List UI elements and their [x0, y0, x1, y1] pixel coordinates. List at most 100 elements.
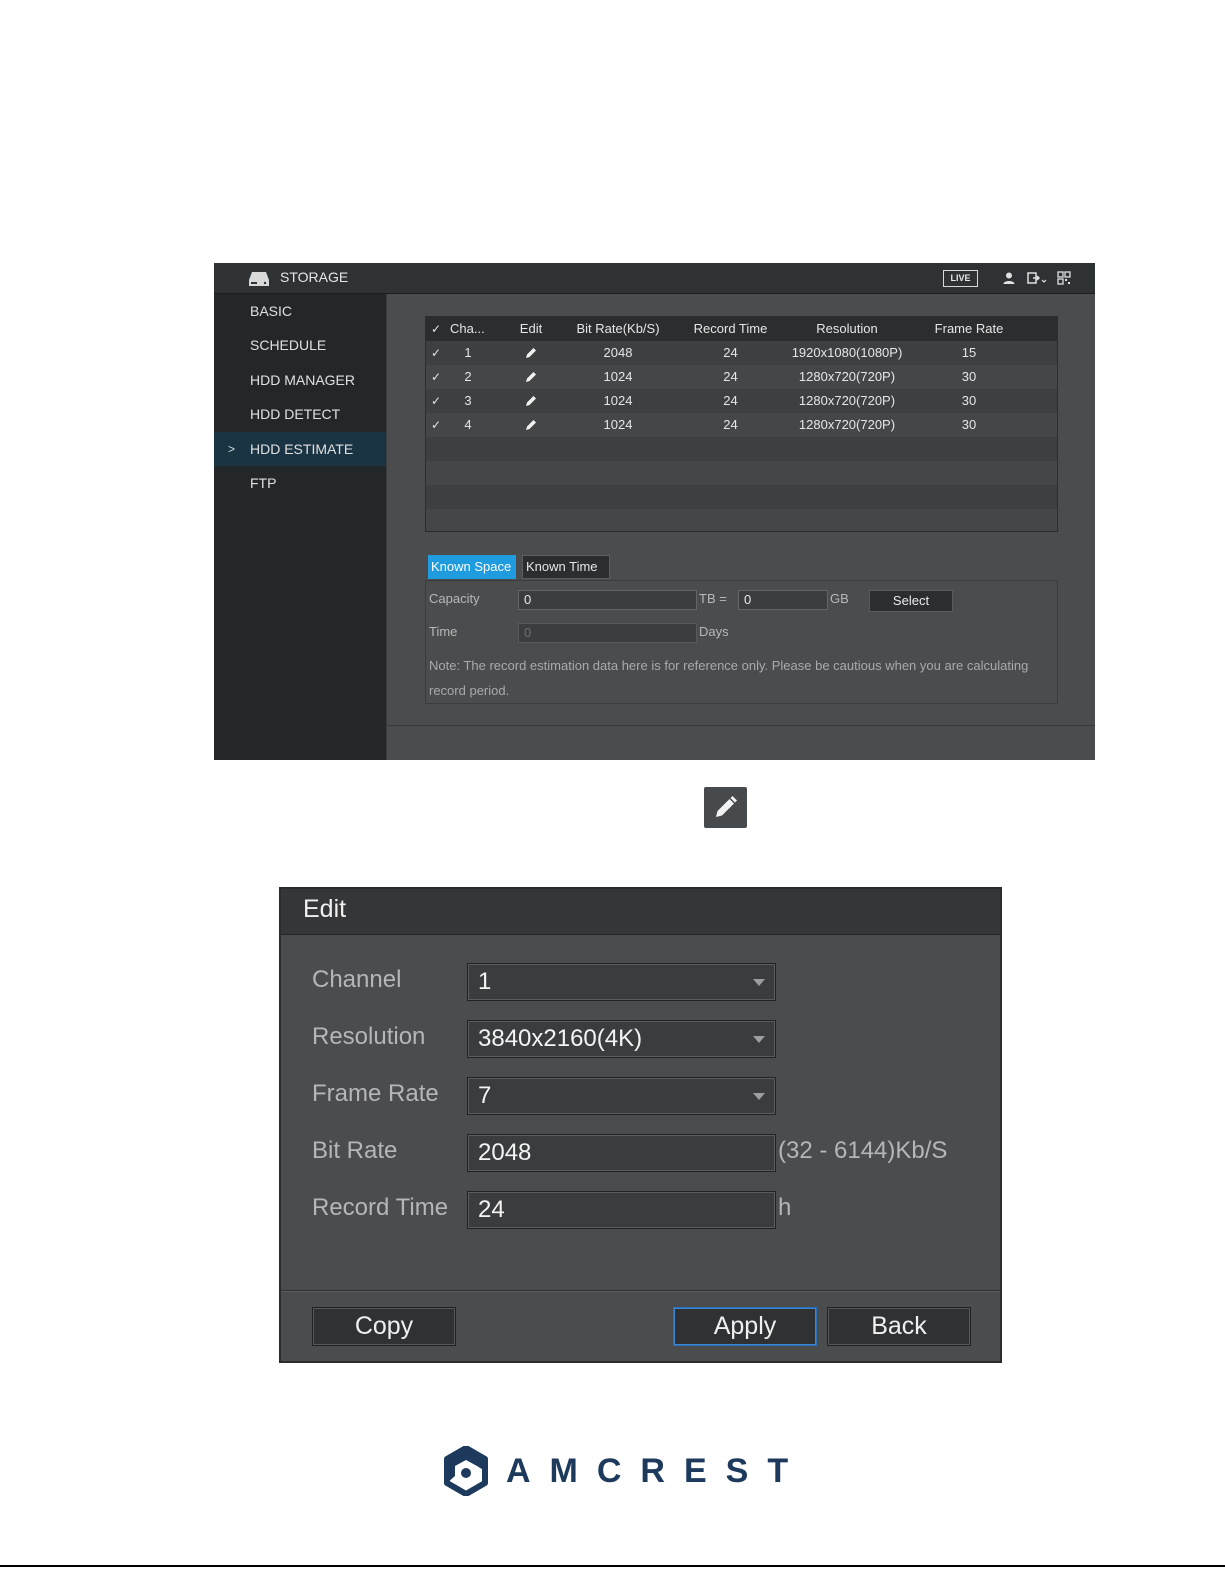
chevron-right-icon: >: [228, 442, 236, 456]
sidebar-item-label: HDD ESTIMATE: [250, 441, 354, 457]
divider: [387, 725, 1095, 726]
record-time-cell: 24: [723, 417, 738, 432]
column-header-channel[interactable]: Cha...: [450, 317, 494, 341]
channel-label: Channel: [312, 966, 402, 993]
qr-icon[interactable]: [1057, 271, 1071, 285]
row-checkbox[interactable]: ✓: [428, 413, 444, 437]
resolution-cell: 1280x720(720P): [798, 369, 896, 384]
record-time-cell: 24: [723, 369, 738, 384]
storage-header: STORAGE LIVE: [214, 263, 1095, 294]
channel-cell: 2: [464, 369, 472, 384]
edit-button[interactable]: [514, 413, 548, 437]
amcrest-logo-icon: [444, 1446, 488, 1496]
table-row[interactable]: ✓ 4 1024 24 1280x720(720P) 30: [426, 413, 1057, 437]
main-panel: ✓ Cha... Edit Bit Rate(Kb/S) Record Time…: [386, 294, 1095, 760]
bit-rate-range: (32 - 6144)Kb/S: [778, 1137, 948, 1164]
chevron-down-icon: [753, 979, 765, 986]
bit-rate-label: Bit Rate: [312, 1137, 398, 1164]
channel-select[interactable]: 1: [467, 963, 776, 1001]
logout-icon[interactable]: [1027, 271, 1047, 285]
sidebar-item-basic[interactable]: BASIC: [214, 294, 386, 328]
table-row[interactable]: ✓ 1 2048 24 1920x1080(1080P) 15: [426, 341, 1057, 365]
gb-unit-label: GB: [830, 591, 849, 606]
divider: [281, 1291, 1000, 1292]
column-header-record-time: Record Time: [693, 321, 768, 336]
sidebar-item-schedule[interactable]: SCHEDULE: [214, 328, 386, 362]
table-row-empty: [426, 509, 1057, 531]
user-icon[interactable]: [1002, 271, 1016, 285]
edit-button[interactable]: [514, 365, 548, 389]
chevron-down-icon: [753, 1036, 765, 1043]
sidebar-item-label: HDD DETECT: [250, 406, 341, 422]
frame-rate-cell: 30: [961, 369, 977, 384]
chevron-down-icon: [753, 1093, 765, 1100]
channel-cell: 1: [464, 345, 472, 360]
time-input: 0: [518, 623, 697, 643]
pencil-icon: [526, 396, 536, 406]
table-row-empty: [426, 461, 1057, 485]
bitrate-cell: 2048: [603, 345, 633, 360]
capacity-tb-input[interactable]: 0: [518, 590, 697, 610]
tab-known-space[interactable]: Known Space: [428, 555, 516, 579]
select-button[interactable]: Select: [869, 590, 953, 612]
capacity-gb-input[interactable]: 0: [738, 590, 828, 610]
frame-rate-cell: 30: [961, 417, 977, 432]
row-checkbox[interactable]: ✓: [428, 341, 444, 365]
live-button[interactable]: LIVE: [943, 270, 978, 287]
edit-button[interactable]: [514, 389, 548, 413]
resolution-cell: 1920x1080(1080P): [791, 345, 903, 360]
record-time-unit: h: [778, 1194, 792, 1221]
column-header-frame-rate: Frame Rate: [934, 321, 1004, 336]
tb-unit-label: TB =: [699, 591, 727, 606]
resolution-cell: 1280x720(720P): [798, 417, 896, 432]
row-checkbox[interactable]: ✓: [428, 389, 444, 413]
sidebar-item-hdd-detect[interactable]: HDD DETECT: [214, 397, 386, 431]
channel-cell: 3: [464, 393, 472, 408]
capacity-label: Capacity: [429, 591, 480, 606]
table-row[interactable]: ✓ 3 1024 24 1280x720(720P) 30: [426, 389, 1057, 413]
copy-button[interactable]: Copy: [312, 1307, 456, 1346]
table-row-empty: [426, 437, 1057, 461]
select-all-checkbox[interactable]: ✓: [428, 317, 444, 341]
estimate-panel: Capacity 0 TB = 0 GB Select Time 0 Days …: [425, 580, 1058, 704]
pencil-icon: [716, 796, 737, 817]
dialog-header: Edit: [281, 889, 1000, 935]
channel-cell: 4: [464, 417, 472, 432]
record-time-label: Record Time: [312, 1194, 449, 1221]
edit-icon-tile: [704, 787, 747, 828]
tab-known-time[interactable]: Known Time: [522, 555, 610, 579]
sidebar-item-label: HDD MANAGER: [250, 372, 356, 388]
frame-rate-cell: 30: [961, 393, 977, 408]
resolution-select[interactable]: 3840x2160(4K): [467, 1020, 776, 1058]
table-header: ✓ Cha... Edit Bit Rate(Kb/S) Record Time…: [426, 317, 1057, 341]
resolution-cell: 1280x720(720P): [798, 393, 896, 408]
frame-rate-value: 7: [478, 1082, 492, 1109]
back-button[interactable]: Back: [827, 1307, 971, 1346]
sidebar-item-hdd-estimate[interactable]: > HDD ESTIMATE: [214, 432, 386, 466]
page-bottom-rule: [0, 1565, 1225, 1567]
frame-rate-label: Frame Rate: [312, 1080, 439, 1107]
apply-button[interactable]: Apply: [673, 1307, 817, 1346]
sidebar-item-hdd-manager[interactable]: HDD MANAGER: [214, 363, 386, 397]
dialog-title: Edit: [303, 895, 347, 923]
brand-wordmark: AMCREST: [506, 1452, 808, 1490]
edit-button[interactable]: [514, 341, 548, 365]
table-row[interactable]: ✓ 2 1024 24 1280x720(720P) 30: [426, 365, 1057, 389]
record-time-cell: 24: [723, 345, 738, 360]
record-time-input[interactable]: 24: [467, 1191, 776, 1229]
time-label: Time: [429, 624, 458, 639]
pencil-icon: [526, 372, 536, 382]
sidebar-item-ftp[interactable]: FTP: [214, 466, 386, 500]
sidebar-item-label: SCHEDULE: [250, 337, 327, 353]
bitrate-cell: 1024: [603, 393, 633, 408]
pencil-icon: [526, 348, 536, 358]
row-checkbox[interactable]: ✓: [428, 365, 444, 389]
column-header-edit: Edit: [519, 321, 543, 336]
pencil-icon: [526, 420, 536, 430]
page-title: STORAGE: [280, 269, 349, 285]
resolution-value: 3840x2160(4K): [478, 1025, 643, 1052]
bit-rate-input[interactable]: 2048: [467, 1134, 776, 1172]
sidebar: BASIC SCHEDULE HDD MANAGER HDD DETECT > …: [214, 294, 386, 760]
hdd-icon: [249, 272, 269, 286]
frame-rate-select[interactable]: 7: [467, 1077, 776, 1115]
